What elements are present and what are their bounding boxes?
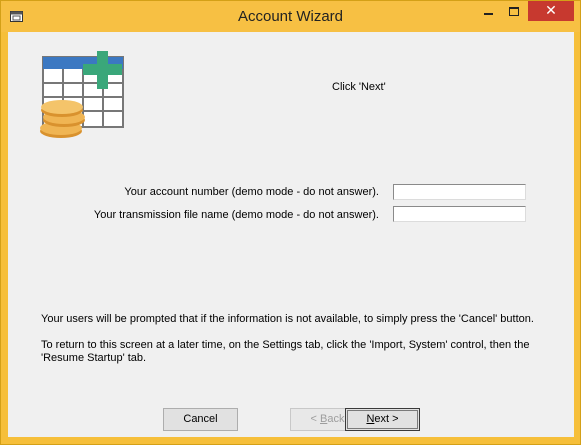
back-button-rest: ack — [327, 413, 345, 425]
account-number-input[interactable] — [393, 184, 526, 200]
close-icon: ✕ — [545, 2, 557, 18]
title-bar[interactable]: Account Wizard ✕ — [1, 1, 580, 32]
wizard-body: Click 'Next' Your account number (demo m… — [8, 32, 574, 437]
cancel-info-text: Your users will be prompted that if the … — [41, 313, 534, 325]
spreadsheet-add-coins-icon — [40, 51, 124, 138]
cancel-button[interactable]: Cancel — [163, 408, 238, 431]
transmission-file-input[interactable] — [393, 206, 526, 222]
account-wizard-window: Account Wizard ✕ Click 'Next' Your accou… — [0, 0, 581, 445]
maximize-button[interactable] — [501, 1, 527, 21]
next-button-rest: ext > — [374, 413, 399, 425]
account-number-label: Your account number (demo mode - do not … — [124, 186, 379, 198]
next-button[interactable]: Next > — [345, 408, 420, 431]
close-button[interactable]: ✕ — [528, 1, 574, 21]
instruction-text: Click 'Next' — [332, 81, 386, 93]
minimize-button[interactable] — [475, 1, 501, 21]
back-button-prefix: < — [310, 413, 320, 425]
transmission-file-label: Your transmission file name (demo mode -… — [93, 209, 379, 221]
return-info-text: To return to this screen at a later time… — [41, 339, 530, 364]
